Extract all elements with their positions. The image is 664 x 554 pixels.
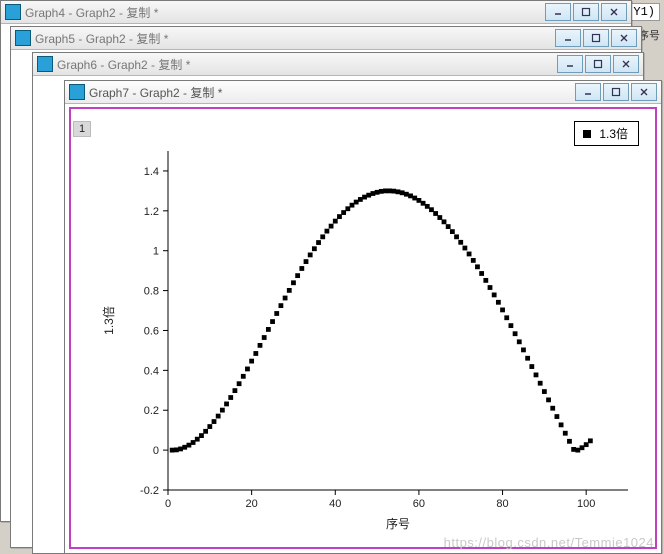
min-icon[interactable] (555, 29, 581, 47)
svg-text:40: 40 (329, 498, 341, 510)
legend-marker-icon (583, 130, 591, 138)
max-icon[interactable] (603, 83, 629, 101)
app-icon (15, 30, 31, 46)
svg-text:1.2: 1.2 (144, 206, 159, 218)
app-icon (5, 4, 21, 20)
close-icon[interactable] (611, 29, 637, 47)
titlebar[interactable]: Graph5 - Graph2 - 复制 * (11, 27, 641, 50)
svg-text:100: 100 (577, 498, 595, 510)
svg-text:0: 0 (165, 498, 171, 510)
sequence-badge: 1 (73, 121, 91, 137)
titlebar[interactable]: Graph7 - Graph2 - 复制 * (65, 81, 661, 104)
svg-text:1.4: 1.4 (144, 166, 159, 178)
svg-text:0: 0 (153, 445, 159, 457)
svg-text:0.2: 0.2 (144, 405, 159, 417)
close-icon[interactable] (631, 83, 657, 101)
window-w7[interactable]: Graph7 - Graph2 - 复制 * 1 1.3倍 0 20 40 60 80 100 -… (64, 80, 662, 554)
svg-text:20: 20 (246, 498, 258, 510)
x-axis-label: 序号 (386, 516, 410, 531)
svg-text:-0.2: -0.2 (140, 485, 159, 497)
plot-frame: 1 1.3倍 0 20 40 60 80 100 -0.2 0 0.2 0.4 0.6 0.8 1 1.2 1.… (69, 107, 657, 549)
window-title: Graph6 - Graph2 - 复制 * (57, 56, 553, 73)
legend: 1.3倍 (574, 121, 639, 146)
app-icon (69, 84, 85, 100)
svg-text:0.4: 0.4 (144, 365, 159, 377)
svg-text:80: 80 (496, 498, 508, 510)
window-title: Graph7 - Graph2 - 复制 * (89, 84, 571, 101)
svg-text:0.8: 0.8 (144, 286, 159, 298)
app-icon (37, 56, 53, 72)
titlebar[interactable]: Graph4 - Graph2 - 复制 * (1, 1, 631, 24)
max-icon[interactable] (573, 3, 599, 21)
window-title: Graph5 - Graph2 - 复制 * (35, 30, 551, 47)
min-icon[interactable] (557, 55, 583, 73)
min-icon[interactable] (575, 83, 601, 101)
close-icon[interactable] (613, 55, 639, 73)
svg-text:1: 1 (153, 246, 159, 258)
min-icon[interactable] (545, 3, 571, 21)
chart-svg: 0 20 40 60 80 100 -0.2 0 0.2 0.4 0.6 0.8 1 1.2 1.4 序号 1.… (73, 111, 653, 545)
svg-text:0.6: 0.6 (144, 325, 159, 337)
max-icon[interactable] (583, 29, 609, 47)
y-axis-label: 1.3倍 (101, 306, 116, 335)
close-icon[interactable] (601, 3, 627, 21)
svg-text:60: 60 (413, 498, 425, 510)
titlebar[interactable]: Graph6 - Graph2 - 复制 * (33, 53, 643, 76)
max-icon[interactable] (585, 55, 611, 73)
window-title: Graph4 - Graph2 - 复制 * (25, 4, 541, 21)
legend-label: 1.3倍 (599, 125, 628, 142)
desktop: H(Y1) 归属序号 Graph4 - Graph2 - 复制 *Graph5 … (0, 0, 664, 554)
